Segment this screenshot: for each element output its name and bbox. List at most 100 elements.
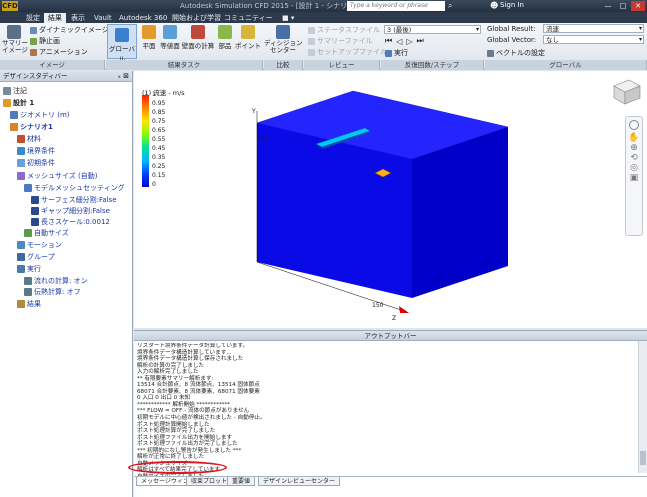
tree-item[interactable]: 流れの計算: オン — [24, 276, 88, 286]
tree-item[interactable]: 初期条件 — [17, 158, 55, 168]
setup-file-item[interactable]: セットアップファイル — [308, 47, 387, 57]
tree-item[interactable]: ジオメトリ (m) — [10, 110, 70, 120]
point-label: ポイント — [235, 42, 261, 50]
globe-icon — [115, 28, 129, 42]
tree-node-icon — [31, 218, 39, 226]
scrollbar-thumb[interactable] — [640, 451, 646, 465]
tab-view[interactable]: 表示 — [67, 13, 89, 23]
model-canvas[interactable] — [134, 71, 647, 328]
animation-label: アニメーション — [39, 48, 88, 56]
output-bar-header: アウトプットバー — [134, 331, 647, 341]
panel-pin-close-icons[interactable]: ₓ ⊠ — [118, 71, 129, 82]
isosurface-button[interactable]: 等値面 — [159, 25, 181, 50]
tab-critical-values[interactable]: 重要値 — [227, 477, 256, 486]
iteration-select-value: 3 (最後) — [387, 26, 412, 34]
tree-item-label: 境界条件 — [27, 147, 55, 155]
panel-label-image: イメージ — [0, 60, 105, 70]
tree-item[interactable]: ギャップ細分割:False — [31, 206, 110, 216]
last-step-icon[interactable]: ⏭ — [417, 36, 426, 46]
tab-results[interactable]: 結果 — [44, 13, 66, 23]
wall-calc-button[interactable]: 壁面の計算 — [181, 25, 215, 50]
tree-node-icon — [10, 123, 18, 131]
tree-item-label: 自動サイズ — [34, 229, 69, 237]
camera-icon — [7, 25, 21, 39]
tab-setup[interactable]: 設定 — [22, 13, 44, 23]
tree-item[interactable]: グループ — [17, 252, 55, 262]
tree-node-icon — [31, 196, 39, 204]
next-step-icon[interactable]: ▷ — [406, 37, 414, 46]
decision-center-button[interactable]: ディシジョン センター — [264, 25, 303, 54]
tab-community[interactable]: コミュニティー — [220, 13, 277, 23]
run-item[interactable]: 実行 — [385, 48, 408, 58]
tree-item[interactable]: 注記 — [3, 86, 27, 96]
global-vector-value: なし — [546, 36, 559, 44]
run-label: 実行 — [394, 49, 408, 57]
axis-tick-120: 120 — [258, 135, 268, 141]
first-step-icon[interactable]: ⏮ — [385, 36, 394, 46]
global-button[interactable]: グローバル — [107, 24, 137, 63]
tree-item[interactable]: 長さスケール:0.0012 — [31, 217, 110, 227]
parts-button[interactable]: 部品 — [216, 25, 234, 50]
summary-file-item[interactable]: サマリーファイル — [308, 36, 373, 46]
tree-node-icon — [3, 87, 11, 95]
search-input[interactable]: Type a keyword or phrase — [347, 1, 445, 11]
global-result-label: Global Result: — [487, 25, 536, 33]
tab-extra[interactable]: ■ ▾ — [278, 13, 298, 23]
tree-node-icon — [24, 288, 32, 296]
status-file-item[interactable]: ステータスファイル — [308, 25, 380, 35]
minimize-button[interactable]: — — [601, 1, 615, 11]
iteration-select[interactable]: 3 (最後) ▾ — [384, 25, 481, 34]
tree-item[interactable]: 伝熱計算: オフ — [24, 287, 81, 297]
tree-item-label: モーション — [27, 241, 62, 249]
prev-step-icon[interactable]: ◁ — [396, 37, 404, 46]
animation-item[interactable]: アニメーション — [30, 47, 88, 57]
pan-icon[interactable]: ✋ — [626, 133, 642, 143]
tree-item-label: シナリオ1 — [20, 123, 53, 131]
zoom-icon[interactable]: ⊕ — [626, 143, 642, 153]
tree-item[interactable]: 材料 — [17, 134, 41, 144]
3d-viewport[interactable]: (1) 流速 - m/s 1 0.95 0.85 0.75 0.65 0.55 0.45 0.… — [134, 71, 647, 328]
tree-item[interactable]: 自動サイズ — [24, 228, 69, 238]
tab-vault[interactable]: Vault — [90, 13, 116, 23]
orbit-icon[interactable]: ⟲ — [626, 153, 642, 163]
tab-design-review-center[interactable]: デザインレビューセンター — [258, 477, 341, 486]
tab-getting-started[interactable]: 開始および学習 — [168, 13, 225, 23]
panel-label-result-tasks: 結果タスク — [106, 60, 263, 70]
close-button[interactable]: ✕ — [631, 1, 645, 11]
annotation-circle — [128, 461, 227, 474]
tree-item[interactable]: 設計 1 — [3, 98, 34, 108]
output-log[interactable]: リスタート境界条件データ計算しています。 境界条件データ構造計算しています... 境… — [137, 343, 632, 480]
sign-in-link[interactable]: Sign In — [500, 1, 524, 9]
global-vector-select[interactable]: なし ▾ — [543, 35, 644, 44]
look-icon[interactable]: ◎ — [626, 163, 642, 173]
fit-icon[interactable]: ▣ — [626, 173, 642, 183]
plane-button[interactable]: 平面 — [139, 25, 159, 50]
global-result-select[interactable]: 流速 ▾ — [543, 24, 644, 33]
tree-item[interactable]: サーフェス細分割:False — [31, 195, 117, 205]
dynamic-image-item[interactable]: ダイナミックイメージ — [30, 25, 109, 35]
tree-item[interactable]: 実行 — [17, 264, 41, 274]
tree-item[interactable]: メッシュサイズ (自動) — [17, 171, 97, 181]
tree-item[interactable]: シナリオ1 — [10, 122, 53, 132]
tree-item[interactable]: 境界条件 — [17, 146, 55, 156]
still-image-item[interactable]: 静止画 — [30, 36, 60, 46]
plane-label: 平面 — [142, 42, 156, 50]
point-button[interactable]: ポイント — [234, 25, 262, 50]
tree-item[interactable]: モーション — [17, 240, 62, 250]
title-bar: CFD Autodesk Simulation CFD 2015 - [設計 1… — [0, 0, 647, 12]
tree-item[interactable]: 結果 — [17, 299, 41, 309]
tree-item-label: グループ — [27, 253, 55, 261]
tab-autodesk360[interactable]: Autodesk 360 — [115, 13, 171, 23]
panel-label-compare: 比較 — [264, 60, 303, 70]
output-scrollbar[interactable] — [638, 341, 647, 473]
tree-item[interactable]: モデルメッシュセッティング — [24, 183, 125, 193]
steering-wheel-icon[interactable] — [629, 120, 639, 130]
vector-settings-item[interactable]: ベクトルの設定 — [487, 48, 545, 58]
maximize-button[interactable]: □ — [616, 1, 630, 11]
tree-node-icon — [17, 253, 25, 261]
setup-file-icon — [308, 48, 315, 56]
summary-image-button[interactable]: サマリー イメージ — [2, 25, 28, 54]
tab-convergence-plot[interactable]: 収束プロット — [186, 477, 233, 486]
search-icon[interactable]: ⌕ — [448, 1, 458, 11]
app-logo[interactable]: CFD — [2, 1, 18, 11]
